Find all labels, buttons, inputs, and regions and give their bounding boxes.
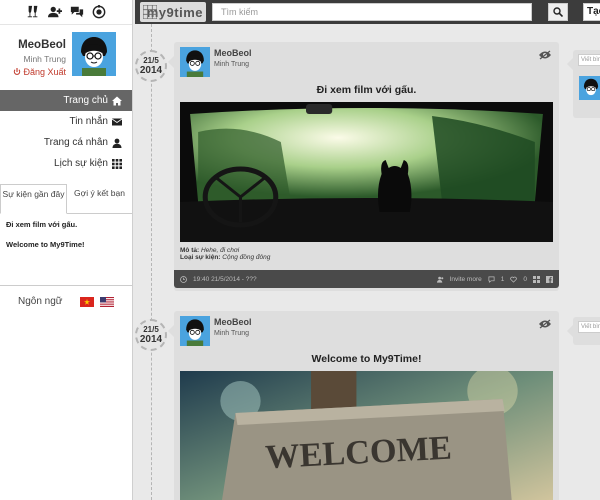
post-card: MeoBeol Minh Trung Đi xem film với gấu. … bbox=[168, 42, 559, 291]
description-value: Hehe, đi chơi bbox=[200, 247, 240, 254]
post-header: MeoBeol Minh Trung bbox=[174, 42, 559, 80]
comment-panel: Viết bình luận bbox=[567, 50, 600, 118]
event-type-value: Cộng đồng đông bbox=[222, 254, 271, 261]
recent-events-list: Đi xem film với gấu. Welcome to My9Time! bbox=[0, 214, 132, 286]
friend-request-icon[interactable] bbox=[47, 4, 63, 20]
sidebar-tabs: Sự kiện gần đây Gợi ý kết bạn bbox=[0, 184, 132, 214]
sidebar-icon-bar bbox=[0, 0, 132, 24]
vietnam-flag-icon[interactable] bbox=[80, 296, 94, 307]
profile-realname: Minh Trung bbox=[23, 54, 66, 64]
comment-icon bbox=[488, 276, 495, 283]
language-selector: Ngôn ngữ bbox=[0, 286, 132, 317]
champagne-icon[interactable] bbox=[25, 4, 41, 20]
logo-grid-icon bbox=[143, 5, 157, 19]
post-username[interactable]: MeoBeol bbox=[214, 317, 252, 327]
post-time: 19:40 21/5/2014 - ??? bbox=[193, 275, 257, 283]
privacy-eye-icon[interactable] bbox=[539, 319, 551, 329]
heart-icon bbox=[510, 276, 518, 283]
logout-label: Đăng Xuất bbox=[23, 67, 66, 77]
privacy-eye-icon[interactable] bbox=[539, 50, 551, 60]
chat-icon[interactable] bbox=[69, 4, 85, 20]
user-icon bbox=[112, 138, 122, 148]
date-day: 21/5 bbox=[143, 56, 159, 65]
sidebar-item-calendar[interactable]: Lịch sự kiện bbox=[0, 153, 132, 174]
sidebar: MeoBeol Minh Trung Đăng Xuất Trang chủ T… bbox=[0, 0, 133, 500]
sidebar-item-home[interactable]: Trang chủ bbox=[0, 90, 132, 111]
logout-button[interactable]: Đăng Xuất bbox=[13, 67, 66, 77]
sidebar-item-label: Tin nhắn bbox=[69, 116, 108, 127]
list-item[interactable]: Đi xem film với gấu. bbox=[6, 220, 126, 229]
avatar[interactable] bbox=[579, 76, 600, 100]
comment-input[interactable]: Viết bình luận bbox=[578, 321, 600, 333]
power-icon bbox=[14, 68, 21, 75]
post-title[interactable]: Welcome to My9Time! bbox=[174, 353, 559, 371]
description-label: Mô tả: bbox=[180, 247, 200, 254]
sidebar-item-label: Trang chủ bbox=[63, 95, 108, 106]
search-input[interactable] bbox=[212, 3, 532, 21]
post-image[interactable] bbox=[180, 102, 553, 242]
avatar[interactable] bbox=[72, 32, 116, 76]
sidebar-item-messages[interactable]: Tin nhắn bbox=[0, 111, 132, 132]
comment-panel: Viết bình luận bbox=[567, 317, 600, 345]
language-label: Ngôn ngữ bbox=[18, 296, 63, 307]
tab-recent-events[interactable]: Sự kiện gần đây bbox=[0, 184, 67, 214]
search-button[interactable] bbox=[548, 3, 568, 21]
post-header: MeoBeol Minh Trung bbox=[174, 311, 559, 349]
avatar[interactable] bbox=[180, 316, 210, 346]
clock-icon bbox=[180, 275, 187, 283]
search-icon bbox=[553, 7, 563, 17]
post-realname: Minh Trung bbox=[214, 330, 250, 337]
comment-count[interactable]: 1 bbox=[501, 276, 505, 283]
event-type-label: Loại sự kiện: bbox=[180, 254, 221, 261]
post-footer: 19:40 21/5/2014 - ??? Invite more 1 0 bbox=[174, 270, 559, 288]
timeline-line bbox=[151, 24, 152, 500]
sidebar-item-label: Trang cá nhân bbox=[43, 137, 108, 148]
notification-icon[interactable] bbox=[91, 4, 107, 20]
envelope-icon bbox=[112, 118, 122, 125]
date-badge: 21/5 2014 bbox=[135, 50, 167, 82]
home-icon bbox=[112, 96, 122, 105]
post-username[interactable]: MeoBeol bbox=[214, 48, 252, 58]
post-meta: Mô tả: Hehe, đi chơi Loại sự kiện: Cộng … bbox=[174, 242, 559, 270]
list-item[interactable]: Welcome to My9Time! bbox=[6, 240, 126, 249]
like-count[interactable]: 0 bbox=[523, 276, 527, 283]
date-day: 21/5 bbox=[143, 325, 159, 334]
tab-friend-suggestions[interactable]: Gợi ý kết bạn bbox=[67, 184, 132, 213]
date-badge: 21/5 2014 bbox=[135, 319, 167, 351]
date-year: 2014 bbox=[139, 65, 163, 76]
create-event-button[interactable]: Tạo bbox=[583, 3, 600, 21]
post-card: MeoBeol Minh Trung Welcome to My9Time! W… bbox=[168, 311, 559, 500]
date-year: 2014 bbox=[139, 334, 163, 345]
avatar[interactable] bbox=[180, 47, 210, 77]
profile-box: MeoBeol Minh Trung Đăng Xuất bbox=[0, 24, 132, 86]
post-image[interactable]: WELCOME bbox=[180, 371, 553, 500]
profile-username[interactable]: MeoBeol bbox=[18, 39, 66, 51]
top-header: my9time Tạo bbox=[135, 0, 600, 24]
us-flag-icon[interactable] bbox=[100, 296, 114, 307]
sidebar-item-profile[interactable]: Trang cá nhân bbox=[0, 132, 132, 153]
app-logo[interactable]: my9time bbox=[140, 2, 206, 22]
facebook-share-icon[interactable] bbox=[546, 275, 553, 283]
invite-more-button[interactable]: Invite more bbox=[450, 276, 482, 283]
post-realname: Minh Trung bbox=[214, 61, 250, 68]
post-title[interactable]: Đi xem film với gấu. bbox=[174, 84, 559, 102]
calendar-grid-icon bbox=[112, 158, 122, 169]
share-grid-icon[interactable] bbox=[533, 275, 540, 283]
sidebar-item-label: Lịch sự kiện bbox=[54, 158, 108, 169]
comment-input[interactable]: Viết bình luận bbox=[578, 54, 600, 66]
invite-users-icon bbox=[436, 276, 443, 283]
